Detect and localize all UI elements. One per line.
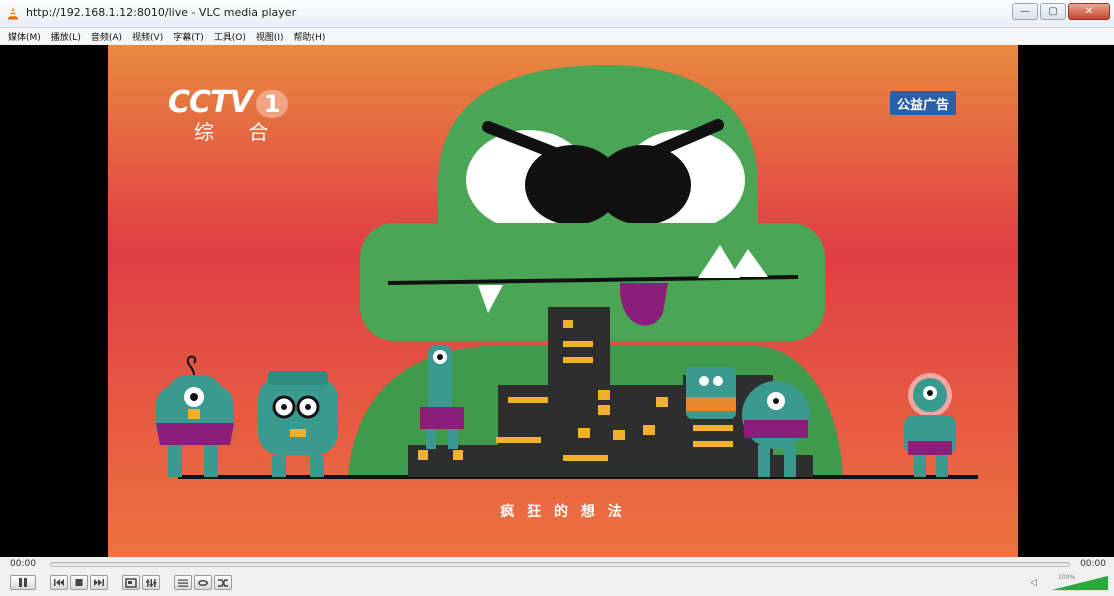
fullscreen-icon	[125, 577, 137, 588]
playlist-icon	[178, 579, 188, 587]
channel-logo: CCTV 1 综 合	[168, 85, 289, 145]
next-icon	[94, 579, 104, 586]
previous-button[interactable]	[50, 575, 68, 590]
total-time: 00:00	[1080, 559, 1106, 569]
menu-audio[interactable]: 音频(A)	[91, 30, 122, 43]
fullscreen-button[interactable]	[122, 575, 140, 590]
playlist-button[interactable]	[174, 575, 192, 590]
menu-tools[interactable]: 工具(O)	[214, 30, 246, 43]
stop-icon	[75, 579, 83, 586]
pause-icon	[19, 578, 27, 587]
menu-bar: 媒体(M) 播放(L) 音频(A) 视频(V) 字幕(T) 工具(O) 视图(I…	[0, 28, 1114, 44]
video-frame[interactable]: CCTV 1 综 合 公益广告 疯 狂 的 想 法	[108, 45, 1018, 557]
video-area[interactable]: CCTV 1 综 合 公益广告 疯 狂 的 想 法	[0, 45, 1114, 557]
extended-settings-icon	[146, 578, 157, 587]
volume-percent: 100%	[1058, 574, 1076, 581]
vlc-cone-icon	[8, 7, 18, 20]
seek-row: 00:00 00:00	[0, 558, 1114, 572]
title-bar: http://192.168.1.12:8010/live - VLC medi…	[0, 0, 1114, 28]
menu-playback[interactable]: 播放(L)	[51, 30, 81, 43]
psa-badge: 公益广告	[890, 91, 956, 115]
pause-button[interactable]	[10, 575, 36, 590]
seek-slider[interactable]	[50, 562, 1070, 567]
menu-view[interactable]: 视图(I)	[256, 30, 284, 43]
menu-help[interactable]: 帮助(H)	[294, 30, 326, 43]
extended-settings-button[interactable]	[142, 575, 160, 590]
elapsed-time: 00:00	[10, 559, 36, 569]
next-button[interactable]	[90, 575, 108, 590]
window-title: http://192.168.1.12:8010/live - VLC medi…	[26, 6, 297, 19]
maximize-button[interactable]: ▢	[1040, 3, 1066, 20]
menu-subtitle[interactable]: 字幕(T)	[173, 30, 204, 43]
loop-button[interactable]	[194, 575, 212, 590]
window-controls: — ▢ ✕	[1012, 3, 1110, 21]
speaker-icon[interactable]: ◁	[1030, 578, 1037, 588]
loop-icon	[198, 579, 209, 586]
volume-slider[interactable]: 100%	[1050, 574, 1110, 592]
menu-media[interactable]: 媒体(M)	[8, 30, 41, 43]
close-button[interactable]: ✕	[1068, 3, 1110, 20]
channel-name: 综 合	[194, 120, 283, 144]
shuffle-icon	[218, 578, 228, 587]
minimize-button[interactable]: —	[1012, 3, 1038, 20]
shuffle-button[interactable]	[214, 575, 232, 590]
stop-button[interactable]	[70, 575, 88, 590]
previous-icon	[54, 579, 64, 586]
control-bar: ◁ 100%	[0, 573, 1114, 593]
video-subtitle: 疯 狂 的 想 法	[500, 504, 626, 520]
channel-number: 1	[255, 90, 289, 118]
menu-video[interactable]: 视频(V)	[132, 30, 163, 43]
channel-brand: CCTV	[168, 85, 253, 120]
